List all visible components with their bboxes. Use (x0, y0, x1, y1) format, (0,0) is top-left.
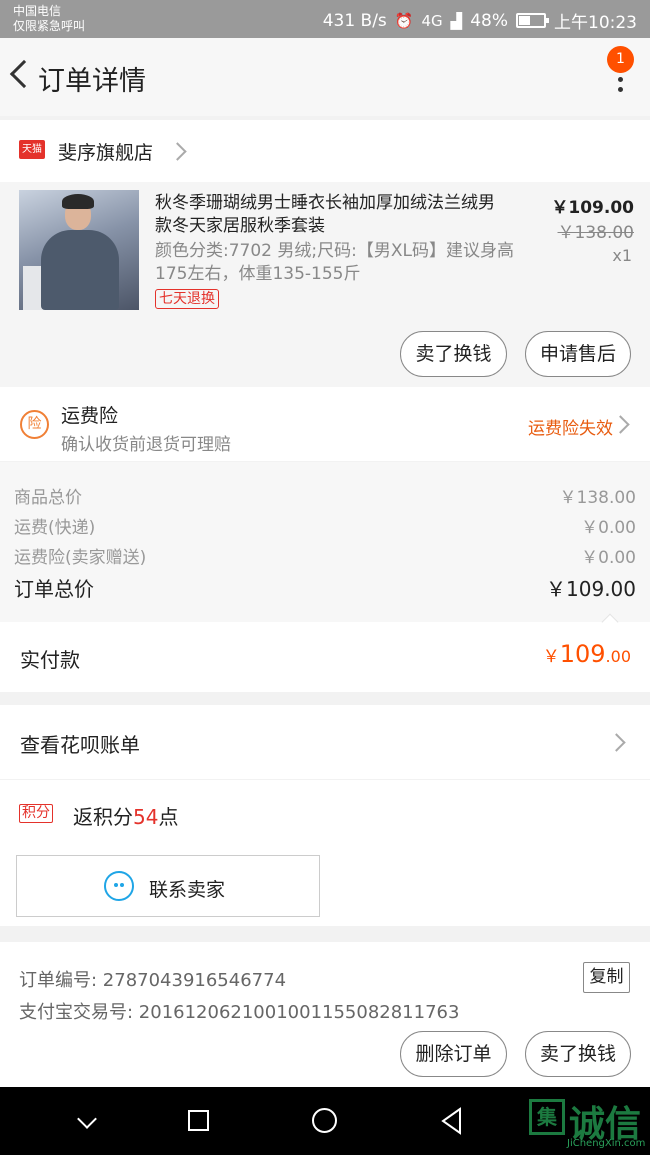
contact-seller-button[interactable]: 联系卖家 (16, 855, 320, 917)
emergency-only-text: 仅限紧急呼叫 (13, 19, 86, 33)
summary-label: 商品总价 (14, 488, 82, 508)
product-quantity: x1 (612, 246, 632, 265)
chevron-right-icon (611, 415, 630, 434)
points-suffix: 点 (158, 805, 179, 829)
summary-row: 运费(快递) ￥0.00 (14, 513, 636, 538)
huabei-bill-row[interactable]: 查看花呗账单 (0, 705, 650, 779)
shop-row[interactable]: 天猫 斐序旗舰店 (0, 120, 650, 182)
chevron-right-icon (607, 733, 626, 752)
summary-value: ￥0.00 (581, 548, 636, 568)
carrier-info: 中国电信 仅限紧急呼叫 (13, 4, 85, 34)
product-price: ￥109.00 (551, 198, 634, 218)
summary-label: 运费险(卖家赠送) (14, 548, 147, 568)
amount-integer: 109 (559, 640, 606, 668)
huabei-bill-label: 查看花呗账单 (20, 733, 140, 757)
carrier-name: 中国电信 (13, 4, 62, 18)
network-type: 4G (421, 11, 443, 30)
contact-section: 联系卖家 (0, 848, 650, 926)
insurance-icon: 险 (20, 410, 49, 439)
shop-name: 斐序旗舰店 (58, 142, 154, 164)
dot-icon (617, 86, 623, 92)
points-row: 积分 返积分54点 (0, 780, 650, 848)
shipping-insurance-row[interactable]: 险 运费险 确认收货前退货可理赔 运费险失效 (0, 387, 650, 461)
nav-bar: 订单详情 1 (0, 38, 650, 116)
alipay-transaction-number: 支付宝交易号: 2016120621001001155082811763 (19, 1002, 460, 1023)
order-number: 订单编号: 2787043916546774 (19, 970, 287, 991)
summary-row: 商品总价 ￥138.00 (14, 483, 636, 508)
product-sku: 颜色分类:7702 男绒;尺码:【男XL码】建议身高175左右，体重135-15… (155, 241, 514, 284)
actual-payment-label: 实付款 (20, 648, 80, 672)
summary-row: 运费险(卖家赠送) ￥0.00 (14, 543, 636, 568)
order-info: 订单编号: 2787043916546774 支付宝交易号: 201612062… (0, 942, 650, 1088)
notification-badge: 1 (607, 46, 634, 73)
product-image[interactable] (19, 190, 139, 310)
tmall-logo-icon: 天猫 (19, 140, 45, 159)
alarm-icon: ⏰ (394, 11, 414, 30)
summary-label: 运费(快递) (14, 518, 96, 538)
dot-icon (617, 77, 623, 83)
battery-icon (516, 13, 549, 28)
product-original-price: ￥138.00 (557, 223, 634, 243)
points-count: 54 (133, 805, 159, 829)
resell-button[interactable]: 卖了换钱 (400, 331, 507, 377)
seven-day-return-badge: 七天退换 (155, 289, 219, 309)
wangwang-chat-icon (104, 871, 134, 901)
points-prefix: 返积分 (73, 805, 133, 829)
summary-value: ￥0.00 (581, 518, 636, 538)
order-item: 秋冬季珊瑚绒男士睡衣长袖加厚加绒法兰绒男款冬天家居服秋季套装 颜色分类:7702… (0, 182, 650, 387)
after-sales-button[interactable]: 申请售后 (525, 331, 631, 377)
nav-collapse-icon[interactable] (77, 1109, 97, 1129)
network-speed: 431 B/s (322, 10, 387, 31)
insurance-title: 运费险 (61, 405, 119, 427)
order-total-label: 订单总价 (14, 577, 94, 601)
status-right: 431 B/s ⏰ 4G ▟ 48% 上午10:23 (322, 8, 637, 34)
currency-symbol: ￥ (542, 647, 560, 667)
clock: 上午10:23 (554, 13, 637, 33)
watermark-box: 集 (529, 1099, 565, 1135)
points-badge: 积分 (19, 804, 53, 823)
actual-payment-row: 实付款 ￥109.00 (0, 613, 650, 692)
resell-button[interactable]: 卖了换钱 (525, 1031, 631, 1077)
back-button[interactable] (6, 58, 36, 94)
signal-icon: ▟ (450, 11, 463, 30)
summary-value: ￥138.00 (559, 488, 636, 508)
page-title: 订单详情 (38, 66, 146, 97)
order-total-row: 订单总价 ￥109.00 (14, 573, 636, 602)
watermark-url: JiChengXin.com (567, 1138, 646, 1149)
system-nav-bar: 集 诚信 JiChengXin.com (0, 1087, 650, 1155)
status-bar: 中国电信 仅限紧急呼叫 431 B/s ⏰ 4G ▟ 48% 上午10:23 (0, 0, 650, 38)
order-total-value: ￥109.00 (546, 577, 636, 601)
insurance-subtitle: 确认收货前退货可理赔 (61, 435, 231, 455)
watermark-logo: 集 诚信 JiChengXin.com (529, 1089, 647, 1153)
copy-button[interactable]: 复制 (583, 962, 630, 993)
chevron-right-icon (168, 142, 187, 161)
back-icon[interactable] (440, 1107, 464, 1135)
amount-decimal: .00 (605, 647, 631, 666)
price-summary: 商品总价 ￥138.00 运费(快递) ￥0.00 运费险(卖家赠送) ￥0.0… (0, 462, 650, 622)
actual-payment-amount: ￥109.00 (543, 640, 631, 668)
product-title[interactable]: 秋冬季珊瑚绒男士睡衣长袖加厚加绒法兰绒男款冬天家居服秋季套装 (155, 192, 505, 238)
battery-percent: 48% (470, 10, 508, 31)
insurance-status: 运费险失效 (528, 419, 613, 439)
delete-order-button[interactable]: 删除订单 (400, 1031, 507, 1077)
home-icon[interactable] (312, 1108, 337, 1133)
contact-seller-label: 联系卖家 (149, 879, 226, 901)
recents-icon[interactable] (188, 1110, 209, 1131)
points-text: 返积分54点 (73, 801, 178, 830)
